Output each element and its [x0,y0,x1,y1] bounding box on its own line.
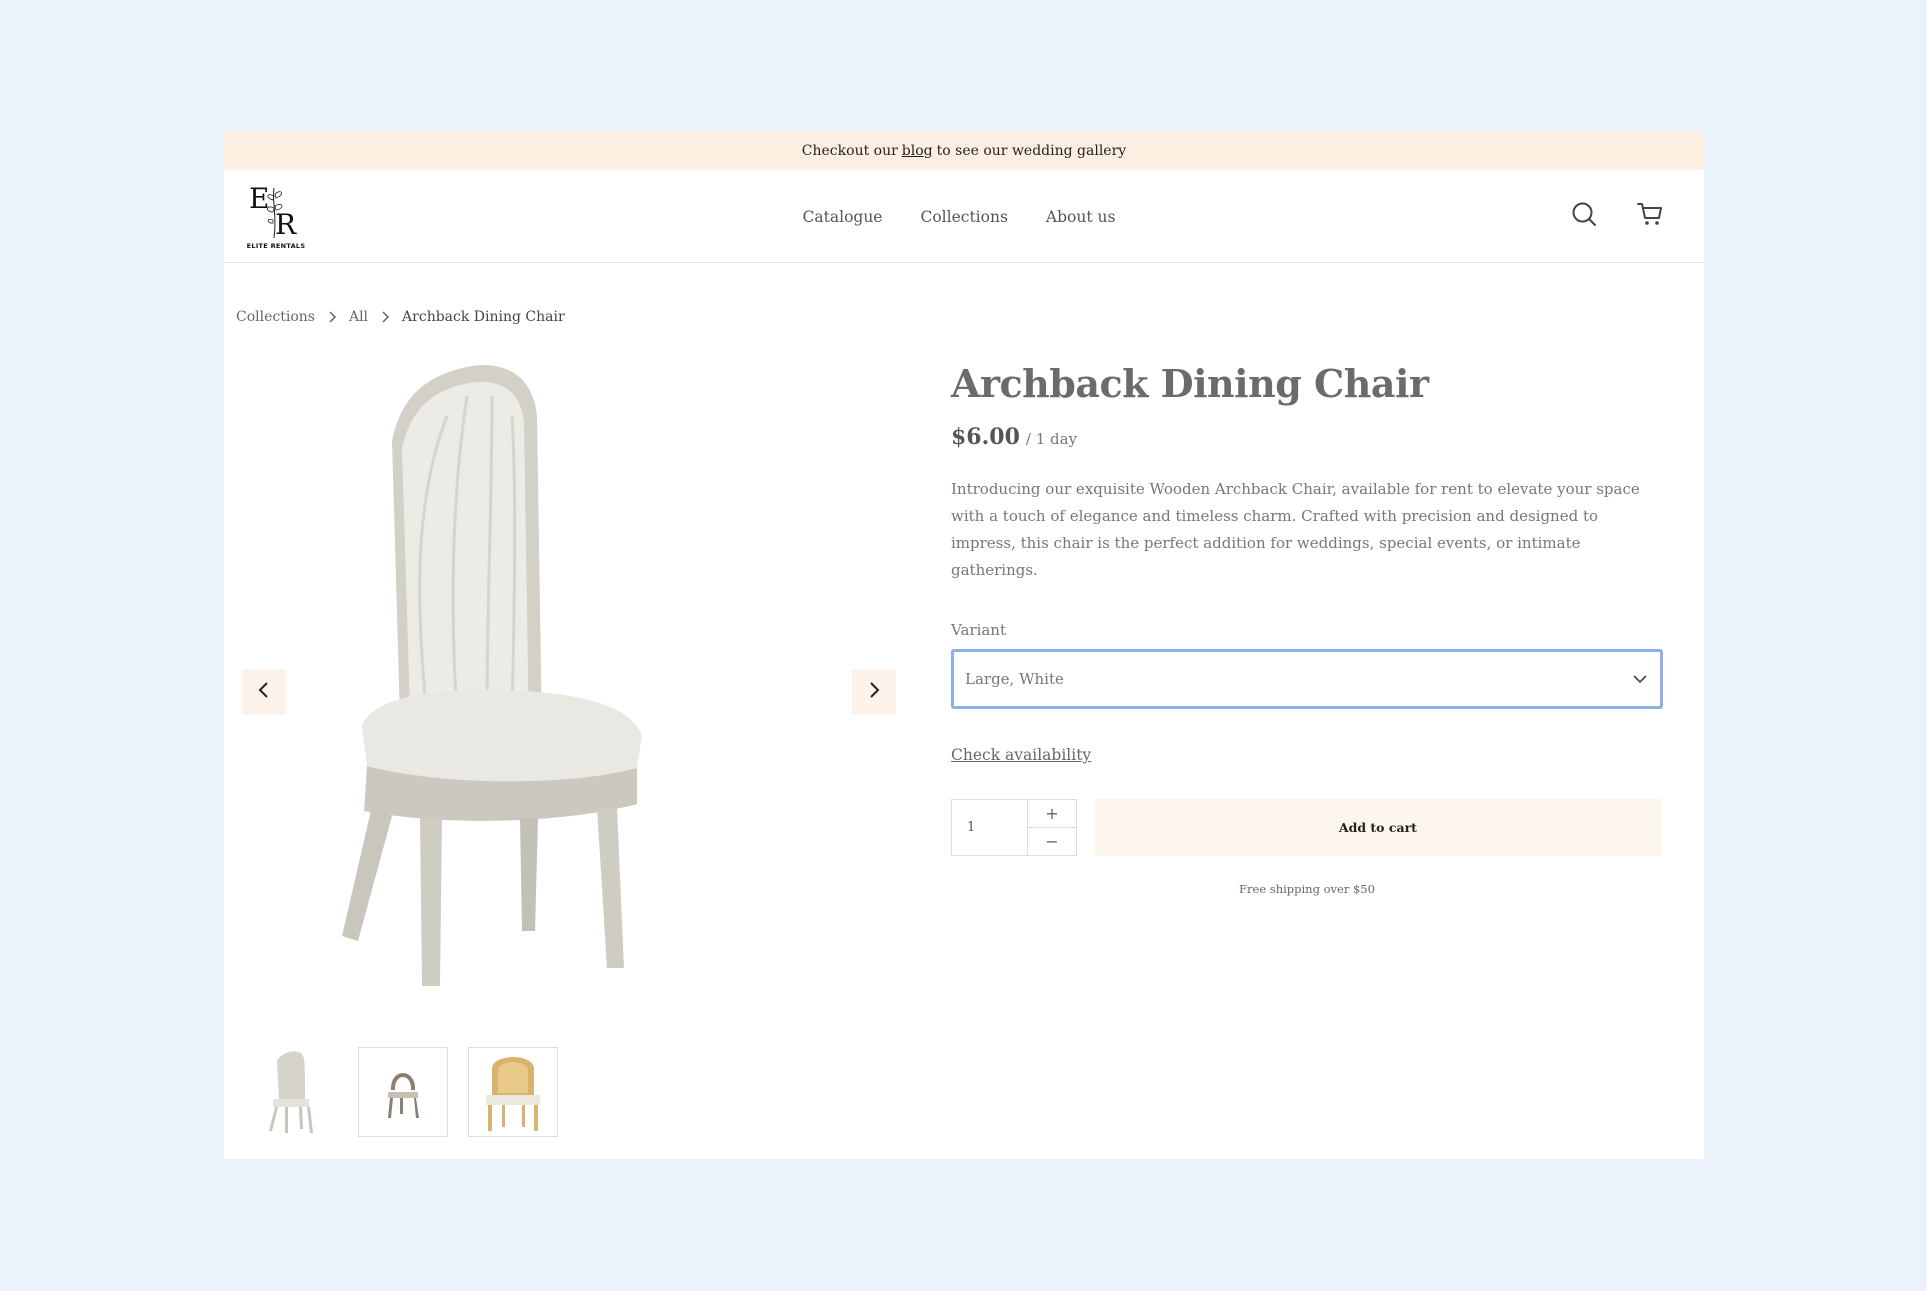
product-description: Introducing our exquisite Wooden Archbac… [951,480,1640,579]
product-main-image [242,356,886,996]
site-header: E R ELITE RENTALS Catalogue Collections … [224,170,1704,263]
search-icon[interactable] [1570,200,1598,228]
product-title: Archback Dining Chair [951,361,1429,406]
breadcrumb-item-current: Archback Dining Chair [402,309,565,325]
nav-item-collections[interactable]: Collections [920,208,1007,226]
variant-selected-value: Large, White [965,670,1064,688]
quantity-decrease-button[interactable]: − [1028,828,1076,855]
breadcrumb: Collections All Archback Dining Chair [236,309,565,325]
price-row: $6.00 / 1 day [951,424,1661,450]
blog-link[interactable]: blog [902,143,933,159]
announcement-text-after: to see our wedding gallery [936,142,1127,159]
thumbnail-rattan-chair[interactable] [468,1047,558,1137]
price-period: / 1 day [1025,430,1078,448]
announcement-bar: Checkout our blog to see our wedding gal… [224,131,1704,170]
product-gallery [242,356,896,996]
thumbnail-brown-chair[interactable] [358,1047,448,1137]
thumbnail-strip [248,1047,558,1137]
product-price: $6.00 [951,424,1020,450]
nav-item-about-us[interactable]: About us [1046,208,1116,226]
header-actions [1570,200,1664,228]
quantity-input[interactable] [952,800,1028,855]
main-nav: Catalogue Collections About us [224,170,1704,263]
thumbnail-white-chair[interactable] [248,1047,338,1137]
add-to-cart-button[interactable]: Add to cart [1094,799,1661,856]
cart-icon[interactable] [1636,200,1664,228]
product-info: Archback Dining Chair $6.00 / 1 day Intr… [951,361,1663,896]
chevron-right-icon [325,310,339,324]
chevron-down-icon [1632,670,1648,688]
quantity-stepper: + − [951,799,1077,856]
nav-item-catalogue[interactable]: Catalogue [803,208,883,226]
page-frame: Checkout our blog to see our wedding gal… [224,131,1704,1159]
announcement-text-before: Checkout our [801,142,898,159]
breadcrumb-item-collections[interactable]: Collections [236,309,315,325]
gallery-next-button[interactable] [852,669,896,715]
shipping-note: Free shipping over $50 [1239,882,1375,896]
quantity-buttons: + − [1028,800,1076,855]
chevron-right-icon [378,310,392,324]
cart-row: + − Add to cart [951,799,1661,856]
check-availability-link[interactable]: Check availability [951,746,1091,764]
chevron-right-icon [867,681,881,703]
gallery-prev-button[interactable] [242,669,286,715]
chevron-left-icon [257,681,271,703]
variant-label: Variant [951,621,1006,639]
variant-select[interactable]: Large, White [951,649,1663,709]
quantity-increase-button[interactable]: + [1028,800,1076,828]
breadcrumb-item-all[interactable]: All [349,309,368,325]
